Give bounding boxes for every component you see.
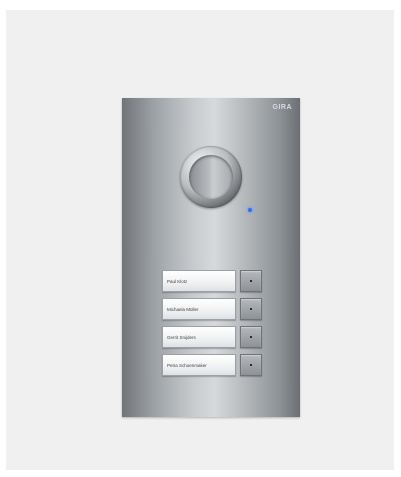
- door-station-panel: GIRA Paul Klotz Michaela Müller Gerrit S…: [122, 98, 300, 417]
- name-plate-label: Gerrit Snijders: [167, 334, 196, 340]
- name-plate-label: Michaela Müller: [167, 306, 199, 312]
- name-plate-4: Petra Schoenmaker: [162, 354, 236, 376]
- call-button-row-2[interactable]: Michaela Müller: [162, 298, 262, 323]
- call-button-1[interactable]: [240, 270, 262, 292]
- product-frame: GIRA Paul Klotz Michaela Müller Gerrit S…: [6, 10, 394, 470]
- button-mark-icon: [250, 308, 252, 310]
- brand-logo: GIRA: [272, 104, 292, 111]
- name-plate-label: Petra Schoenmaker: [167, 362, 207, 368]
- name-plate-2: Michaela Müller: [162, 298, 236, 320]
- button-mark-icon: [250, 336, 252, 338]
- button-mark-icon: [250, 364, 252, 366]
- call-button-4[interactable]: [240, 354, 262, 376]
- call-button-row-4[interactable]: Petra Schoenmaker: [162, 354, 262, 379]
- button-mark-icon: [250, 280, 252, 282]
- name-plate-1: Paul Klotz: [162, 270, 236, 292]
- call-button-row-3[interactable]: Gerrit Snijders: [162, 326, 262, 351]
- speaker-icon: [180, 146, 242, 208]
- name-plate-label: Paul Klotz: [167, 278, 188, 284]
- call-button-3[interactable]: [240, 326, 262, 348]
- call-buttons: Paul Klotz Michaela Müller Gerrit Snijde…: [162, 270, 262, 382]
- speaker-grille: [189, 155, 233, 199]
- call-button-row-1[interactable]: Paul Klotz: [162, 270, 262, 295]
- call-button-2[interactable]: [240, 298, 262, 320]
- name-plate-3: Gerrit Snijders: [162, 326, 236, 348]
- status-led-icon: [248, 208, 252, 212]
